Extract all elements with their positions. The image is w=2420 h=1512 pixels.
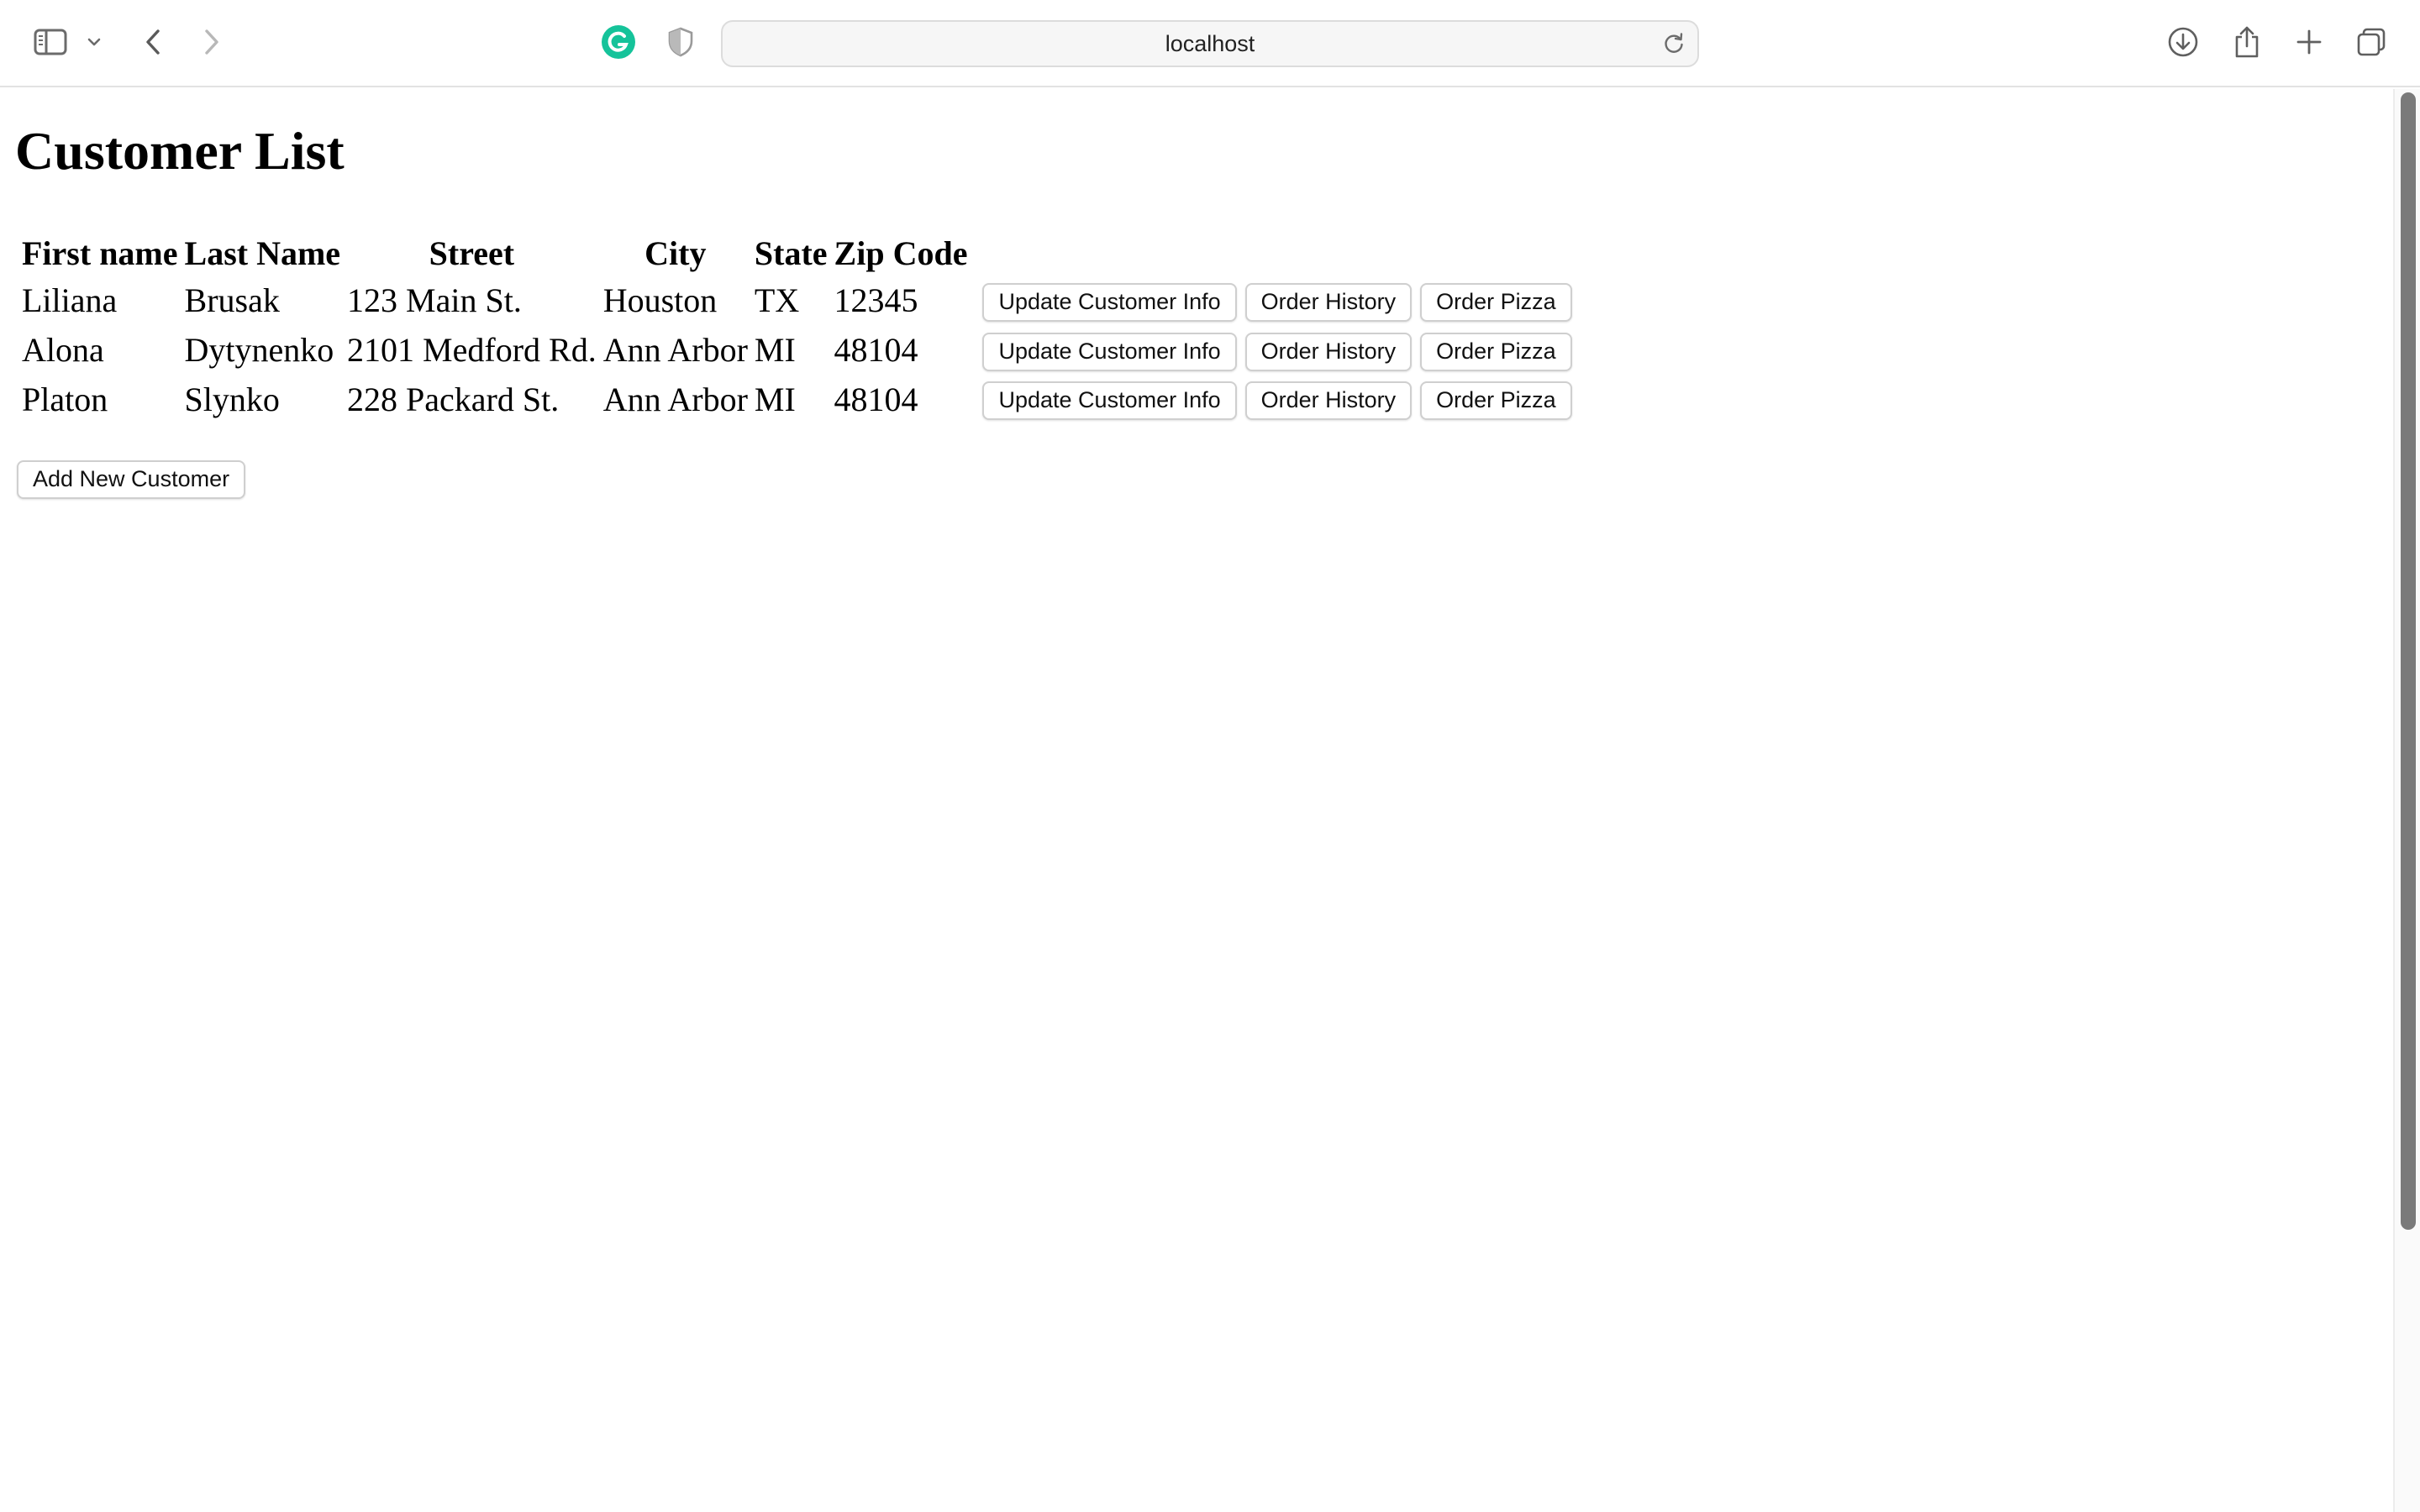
column-header-street: Street	[429, 234, 515, 272]
update-customer-info-button[interactable]: Update Customer Info	[982, 282, 1237, 322]
column-header-city: City	[644, 234, 707, 272]
table-row: Platon Slynko 228 Packard St. Ann Arbor …	[20, 376, 1582, 423]
chevron-down-icon[interactable]	[77, 22, 111, 62]
cell-actions: Update Customer Info Order History Order P…	[972, 376, 1581, 423]
cell-street: 2101 Medford Rd.	[347, 330, 597, 369]
cell-actions: Update Customer Info Order History Order P…	[972, 327, 1581, 373]
order-history-button[interactable]: Order History	[1244, 332, 1413, 371]
cell-last-name: Slynko	[184, 380, 280, 418]
update-customer-info-button[interactable]: Update Customer Info	[982, 332, 1237, 371]
table-row: Alona Dytynenko 2101 Medford Rd. Ann Arb…	[20, 327, 1582, 373]
back-arrow-icon[interactable]	[133, 22, 173, 62]
cell-state: MI	[754, 380, 796, 418]
download-icon[interactable]	[2163, 22, 2203, 62]
column-header-zip-code: Zip Code	[834, 234, 968, 272]
address-bar[interactable]: localhost	[721, 20, 1699, 67]
vertical-scrollbar[interactable]	[2393, 89, 2420, 1512]
cell-last-name: Brusak	[184, 281, 280, 319]
update-customer-info-button[interactable]: Update Customer Info	[982, 381, 1237, 421]
cell-zip-code: 48104	[834, 330, 918, 369]
page-content: Customer List First name Last Name Stree…	[0, 89, 2393, 1512]
order-pizza-button[interactable]: Order Pizza	[1420, 332, 1572, 371]
address-text: localhost	[1165, 30, 1255, 56]
cell-zip-code: 12345	[834, 281, 918, 319]
cell-first-name: Platon	[22, 380, 108, 418]
cell-last-name: Dytynenko	[184, 330, 334, 369]
reload-icon[interactable]	[1662, 32, 1686, 55]
column-header-last-name: Last Name	[184, 234, 341, 272]
page-title: Customer List	[15, 121, 345, 181]
cell-city: Ann Arbor	[602, 380, 748, 418]
column-header-actions	[972, 230, 1581, 274]
cell-city: Houston	[602, 281, 718, 319]
scrollbar-thumb[interactable]	[2401, 92, 2416, 1230]
sidebar-icon[interactable]	[30, 22, 71, 62]
table-row: Liliana Brusak 123 Main St. Houston TX 1…	[20, 277, 1582, 323]
order-history-button[interactable]: Order History	[1244, 381, 1413, 421]
grammarly-extension-icon[interactable]	[598, 22, 639, 62]
cell-zip-code: 48104	[834, 380, 918, 418]
cell-actions: Update Customer Info Order History Order P…	[972, 277, 1581, 323]
forward-arrow-icon[interactable]	[192, 22, 232, 62]
tabs-overview-icon[interactable]	[2351, 22, 2391, 62]
cell-street: 228 Packard St.	[347, 380, 560, 418]
cell-state: MI	[754, 330, 796, 369]
plus-icon[interactable]	[2289, 22, 2329, 62]
shield-icon[interactable]	[660, 22, 701, 62]
cell-street: 123 Main St.	[347, 281, 522, 319]
share-icon[interactable]	[2227, 22, 2267, 62]
cell-first-name: Liliana	[22, 281, 118, 319]
cell-city: Ann Arbor	[602, 330, 748, 369]
add-new-customer-button[interactable]: Add New Customer	[17, 460, 246, 500]
column-header-state: State	[754, 234, 828, 272]
cell-first-name: Alona	[22, 330, 104, 369]
table-header-row: First name Last Name Street City State Z…	[20, 230, 1582, 274]
order-history-button[interactable]: Order History	[1244, 282, 1413, 322]
customer-table: First name Last Name Street City State Z…	[17, 227, 1586, 425]
order-pizza-button[interactable]: Order Pizza	[1420, 282, 1572, 322]
cell-state: TX	[754, 281, 800, 319]
browser-toolbar: localhost	[0, 0, 2420, 87]
order-pizza-button[interactable]: Order Pizza	[1420, 381, 1572, 421]
column-header-first-name: First name	[22, 234, 178, 272]
